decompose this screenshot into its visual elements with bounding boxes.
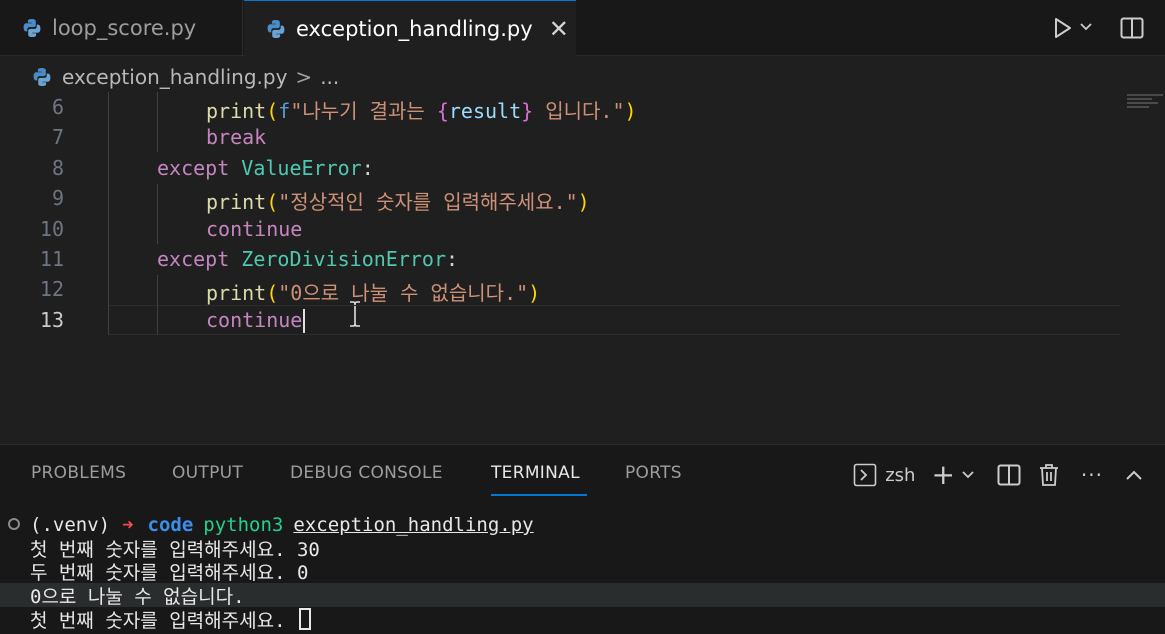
tab-exception-handling[interactable]: exception_handling.py ✕: [244, 0, 576, 57]
play-icon: [1055, 18, 1071, 38]
chevron-up-icon[interactable]: [1125, 469, 1143, 481]
line-number: 8: [51, 155, 64, 180]
line-number: 7: [51, 125, 64, 150]
minimap[interactable]: [1127, 94, 1163, 114]
indent-guide: [157, 92, 158, 152]
terminal-shell-icon[interactable]: [853, 463, 877, 487]
tab-debug-console[interactable]: DEBUG CONSOLE: [290, 463, 443, 483]
indent-guide: [108, 92, 109, 335]
code-text: continue: [206, 216, 303, 241]
code-text: print("0으로 나눌 수 없습니다."): [206, 281, 541, 306]
shell-name[interactable]: zsh: [885, 465, 915, 486]
breadcrumb: exception_handling.py > ...: [0, 57, 1165, 97]
terminal-output-line: 첫 번째 숫자를 입력해주세요. 30: [30, 538, 320, 561]
terminal-prompt-line: (.venv) ➜ code python3 exception_handlin…: [30, 513, 534, 537]
line-number: 9: [51, 186, 64, 211]
split-editor-button[interactable]: [1119, 15, 1145, 41]
prompt-arrow-icon: ➜: [122, 514, 134, 536]
command-status-icon: [8, 518, 20, 530]
tab-label: loop_score.py: [52, 16, 197, 40]
code-text: print("정상적인 숫자를 입력해주세요."): [206, 190, 590, 215]
indent-guide: [157, 275, 158, 335]
tab-problems[interactable]: PROBLEMS: [31, 463, 126, 483]
indent-guide: [157, 184, 158, 244]
command-argument[interactable]: exception_handling.py: [293, 514, 533, 536]
prompt-dir: code: [147, 514, 194, 536]
close-icon[interactable]: ✕: [549, 17, 569, 41]
text-caret: [303, 309, 306, 334]
tab-terminal[interactable]: TERMINAL: [491, 463, 580, 483]
breadcrumb-more[interactable]: ...: [320, 65, 339, 89]
line-number: 12: [39, 277, 64, 302]
code-editor[interactable]: 6 print(f"나누기 결과는 {result} 입니다.") 7 break 8 e…: [0, 92, 1165, 444]
tab-ports[interactable]: PORTS: [625, 463, 682, 483]
command-name: python3: [203, 514, 284, 536]
split-editor-icon: [1120, 17, 1144, 39]
editor-tab-bar: loop_score.py exception_handling.py ✕: [0, 0, 1165, 57]
python-icon: [267, 20, 285, 38]
chevron-down-icon[interactable]: [1079, 20, 1093, 36]
code-text: continue: [206, 308, 306, 334]
line-number: 11: [39, 247, 64, 271]
trash-icon[interactable]: [1039, 463, 1059, 487]
terminal-input-line[interactable]: 첫 번째 숫자를 입력해주세요.: [30, 607, 311, 632]
tab-output[interactable]: OUTPUT: [172, 463, 243, 483]
terminal-output-line: 0으로 나눌 수 없습니다.: [0, 583, 1165, 608]
python-icon: [23, 19, 41, 37]
code-text: except ValueError:: [157, 155, 374, 180]
code-text: print(f"나누기 결과는 {result} 입니다."): [206, 99, 637, 123]
line-number: 10: [39, 216, 64, 241]
chevron-down-icon[interactable]: [961, 470, 975, 480]
breadcrumb-file[interactable]: exception_handling.py: [62, 65, 287, 89]
split-terminal-button[interactable]: [997, 464, 1021, 486]
active-tab-indicator: [491, 494, 587, 496]
bottom-panel: PROBLEMS OUTPUT DEBUG CONSOLE TERMINAL P…: [0, 444, 1165, 634]
split-terminal-icon: [997, 464, 1021, 486]
prompt-env: (.venv): [30, 514, 111, 536]
terminal-output-text: 첫 번째 숫자를 입력해주세요.: [30, 609, 297, 632]
terminal-cursor: [298, 608, 311, 630]
breadcrumb-separator: >: [295, 65, 313, 89]
python-icon: [33, 68, 51, 86]
line-number: 13: [39, 307, 64, 332]
more-actions-icon[interactable]: ···: [1081, 463, 1103, 487]
new-terminal-button[interactable]: +: [931, 461, 954, 489]
terminal-output-line: 두 번째 숫자를 입력해주세요. 0: [30, 561, 309, 584]
tab-loop-score[interactable]: loop_score.py: [0, 0, 243, 56]
code-text: except ZeroDivisionError:: [157, 247, 459, 271]
tab-label: exception_handling.py: [296, 17, 533, 41]
panel-tabs: PROBLEMS OUTPUT DEBUG CONSOLE TERMINAL P…: [0, 445, 1165, 503]
run-python-file-button[interactable]: [1049, 14, 1077, 42]
code-text: break: [206, 125, 267, 150]
line-number: 6: [51, 95, 64, 119]
